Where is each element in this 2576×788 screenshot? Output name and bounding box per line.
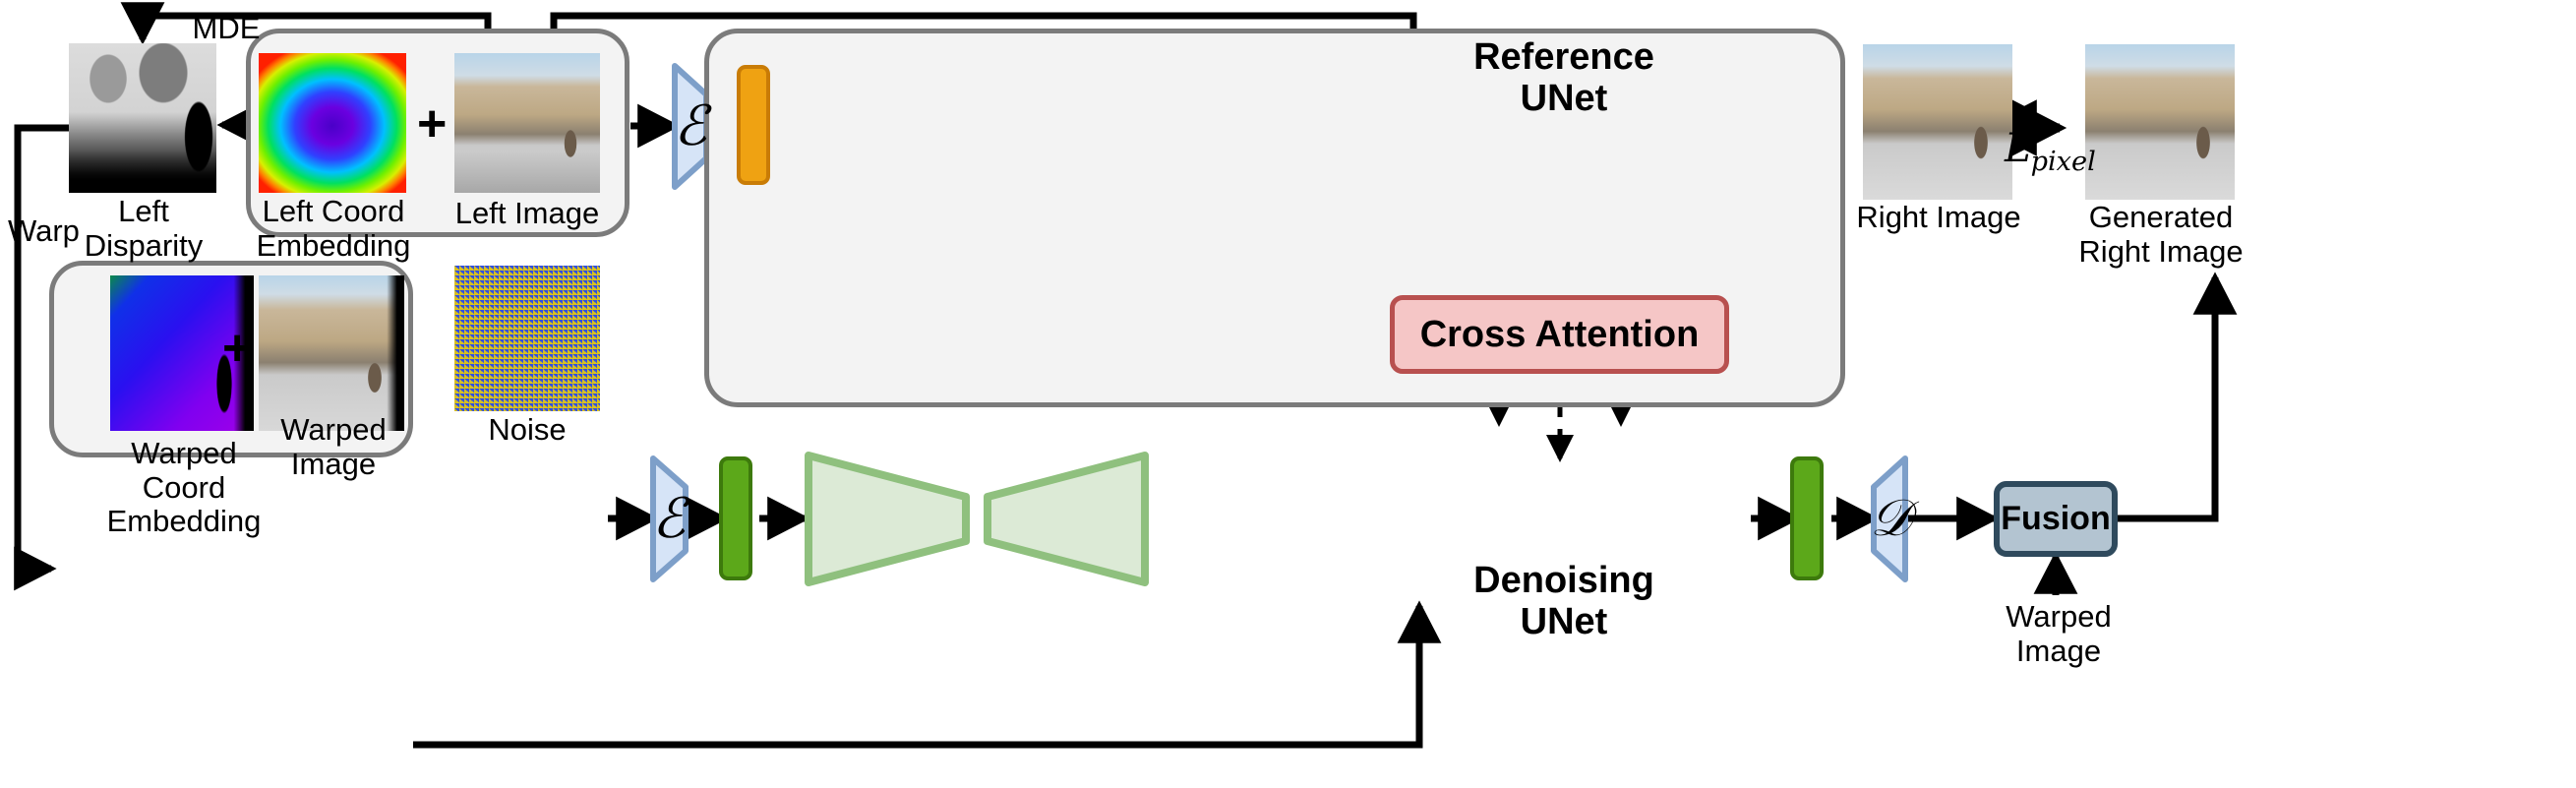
denoising-unet-shape (805, 452, 1149, 586)
left-image-caption: Left Image (454, 196, 600, 230)
right-image-thumbnail (1863, 44, 2012, 200)
reference-latent-bar (737, 65, 770, 185)
pixel-loss-label: Lpixel (2005, 126, 2096, 177)
denoising-output-latent-bar (1790, 456, 1824, 580)
encoder-top: ℰ (665, 66, 716, 187)
warped-coord-embedding-caption: Warped Coord Embedding (106, 436, 262, 539)
pixel-loss-subscript: pixel (2030, 147, 2096, 177)
architecture-diagram: + + Cross Attention Fusion ℰ ℰ 𝒟 Referen… (0, 0, 2576, 788)
denoising-unet-title: Denoising UNet (1473, 560, 1654, 642)
noise-caption: Noise (488, 412, 567, 447)
noise-thumbnail (454, 266, 600, 411)
left-coord-embedding-caption: Left Coord Embedding (256, 194, 411, 263)
left-disparity-thumbnail (69, 43, 216, 193)
encoder-bottom-glyph: ℰ (652, 487, 686, 551)
reference-unet-title: Reference UNet (1473, 36, 1654, 119)
decoder: 𝒟 (1865, 458, 1916, 579)
encoder-top-glyph: ℰ (674, 94, 707, 158)
warped-plus-sign: + (222, 320, 253, 377)
decoder-glyph: 𝒟 (1870, 489, 1911, 548)
generated-right-image-thumbnail (2085, 44, 2235, 200)
fusion-label: Fusion (2001, 500, 2111, 537)
warped-image-thumbnail (259, 275, 404, 431)
denoising-input-latent-bar (719, 456, 752, 580)
generated-right-image-caption: Generated Right Image (2078, 200, 2244, 269)
mde-label: MDE (192, 11, 261, 45)
cross-attention-label: Cross Attention (1419, 313, 1700, 355)
encoder-bottom: ℰ (643, 458, 694, 579)
left-image-thumbnail (454, 53, 600, 193)
warped-image-caption: Warped Image (280, 412, 387, 481)
fusion-box[interactable]: Fusion (1994, 481, 2118, 557)
left-disparity-caption: Left Disparity (84, 194, 204, 263)
fusion-warped-image-caption: Warped Image (2006, 599, 2112, 668)
cross-attention-box[interactable]: Cross Attention (1390, 295, 1729, 374)
left-coord-embedding-thumbnail (259, 53, 406, 193)
right-image-caption: Right Image (1856, 200, 2021, 234)
pixel-loss-symbol: L (2005, 126, 2031, 171)
left-plus-sign: + (417, 95, 448, 152)
